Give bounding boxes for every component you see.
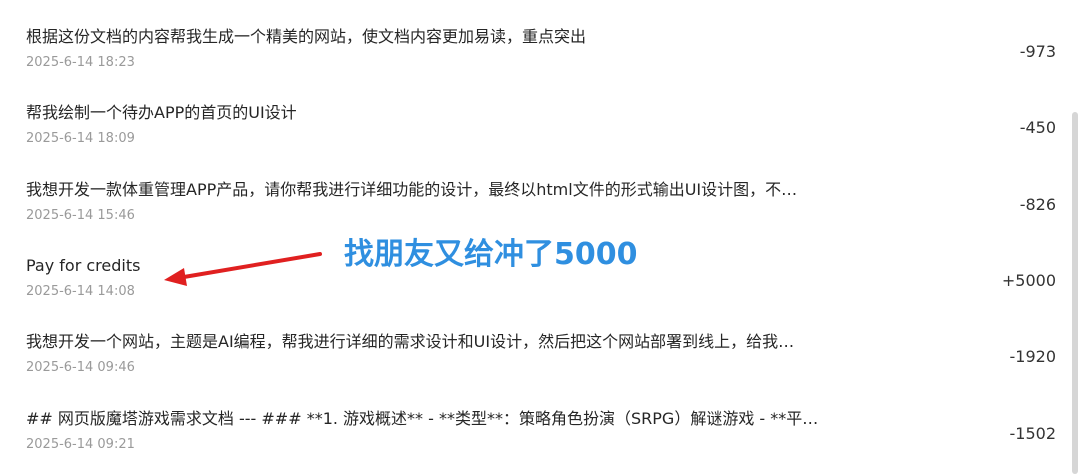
- transaction-description: 根据这份文档的内容帮我生成一个精美的网站，使文档内容更加易读，重点突出: [26, 27, 587, 46]
- transaction-row[interactable]: ## 网页版魔塔游戏需求文档 --- ### **1. 游戏概述** - **类…: [0, 408, 1070, 474]
- transaction-description: ## 网页版魔塔游戏需求文档 --- ### **1. 游戏概述** - **类…: [26, 409, 826, 428]
- transaction-description: 帮我绘制一个待办APP的首页的UI设计: [26, 103, 297, 122]
- annotation-text: 找朋友又给冲了5000: [344, 237, 638, 272]
- scrollbar[interactable]: [1072, 112, 1078, 474]
- transaction-date: 2025-6-14 18:23: [26, 55, 135, 70]
- transaction-date: 2025-6-14 09:21: [26, 437, 135, 452]
- transaction-amount: -1920: [1009, 347, 1057, 366]
- transaction-amount: -450: [1019, 118, 1056, 137]
- transaction-date: 2025-6-14 09:46: [26, 360, 135, 375]
- transaction-date: 2025-6-14 14:08: [26, 284, 135, 299]
- transaction-row[interactable]: 根据这份文档的内容帮我生成一个精美的网站，使文档内容更加易读，重点突出 2025…: [0, 26, 1070, 102]
- transaction-row[interactable]: 帮我绘制一个待办APP的首页的UI设计 2025-6-14 18:09 -450: [0, 102, 1070, 178]
- transaction-date: 2025-6-14 18:09: [26, 131, 135, 146]
- transaction-amount: +5000: [1001, 271, 1056, 290]
- transaction-amount: -973: [1019, 42, 1056, 61]
- transaction-description: 我想开发一个网站，主题是AI编程，帮我进行详细的需求设计和UI设计，然后把这个网…: [26, 332, 795, 351]
- credit-history-list: 根据这份文档的内容帮我生成一个精美的网站，使文档内容更加易读，重点突出 2025…: [0, 0, 1080, 474]
- red-arrow-annotation: [164, 252, 322, 286]
- transaction-amount: -826: [1019, 195, 1056, 214]
- transaction-amount: -1502: [1009, 424, 1057, 443]
- transaction-description: 我想开发一款体重管理APP产品，请你帮我进行详细功能的设计，最终以html文件的…: [26, 180, 798, 199]
- transaction-date: 2025-6-14 15:46: [26, 208, 135, 223]
- transaction-row[interactable]: 我想开发一个网站，主题是AI编程，帮我进行详细的需求设计和UI设计，然后把这个网…: [0, 331, 1070, 407]
